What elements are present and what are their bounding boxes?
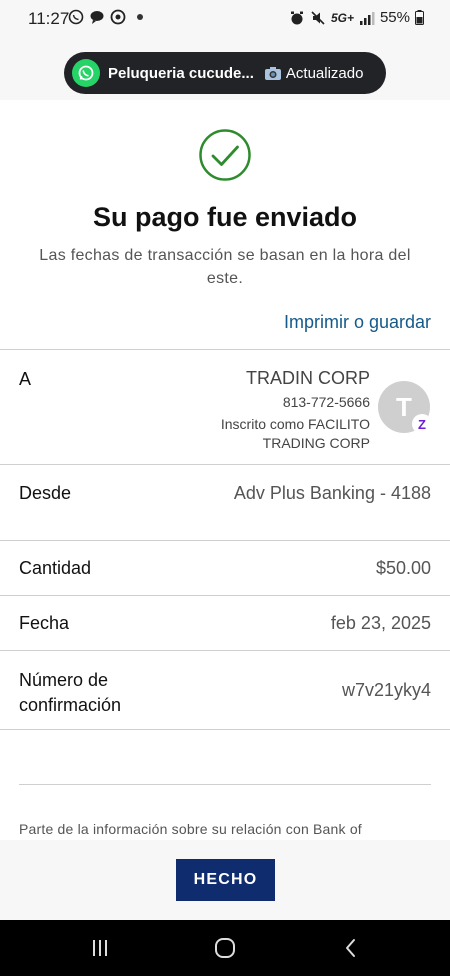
recipient-name: TRADIN CORP [245,368,370,388]
recipient-registered-name: Inscrito como FACILITO TRADING CORP [221,415,370,453]
from-account-value: Adv Plus Banking - 4188 [233,483,431,503]
page-title: Su pago fue enviado [92,202,358,232]
recent-apps-icon[interactable] [88,936,112,960]
back-icon[interactable] [339,936,363,960]
divider [19,784,431,785]
chat-bubble-icon [90,11,104,24]
whatsapp-notification-toast[interactable]: Peluqueria cucude... Actualizado [64,52,386,94]
success-check-icon [199,129,251,181]
divider [0,650,450,651]
from-label: Desde [19,483,72,503]
home-icon[interactable] [213,936,237,960]
mute-icon [311,10,325,25]
confirmation-number-value: w7v21yky4 [341,680,431,700]
recipient-phone: 813-772-5666 [282,394,370,410]
battery-icon [415,10,424,25]
amount-value: $50.00 [375,558,431,578]
divider [0,540,450,541]
status-bar: 11:27 5G+ 55% [0,0,450,36]
confirmation-label-line2: confirmación [19,695,122,715]
divider [0,349,450,350]
status-time: 11:27 [28,9,70,28]
timezone-note: Las fechas de transacción se basan en la… [39,247,411,287]
amount-label: Cantidad [19,558,92,578]
notification-status: Actualizado [264,64,364,82]
signal-icon [359,11,375,25]
date-value: feb 23, 2025 [330,613,431,633]
whatsapp-icon [72,59,100,87]
battery-percent: 55% [379,9,410,26]
whatsapp-status-icon [68,9,84,25]
divider [0,595,450,596]
divider [0,464,450,465]
more-notifications-dot [137,14,143,20]
network-type: 5G+ [330,10,354,25]
divider [0,729,450,730]
confirmation-label-line1: Número de [19,670,109,690]
status-system-icons: 5G+ 55% [289,9,424,26]
confirmation-number-label: Número de confirmación [19,668,121,718]
disclaimer-text: Parte de la información sobre su relació… [19,821,362,837]
notification-status-text: Actualizado [285,64,364,82]
recipient-registered-line1: Inscrito como FACILITO [220,416,370,432]
app-notification-icon [110,9,126,25]
notification-title: Peluqueria cucude... [108,64,254,82]
done-button[interactable]: HECHO [176,859,275,901]
recipient-registered-line2: TRADING CORP [262,435,370,451]
navigation-bar [0,920,450,976]
camera-icon [264,66,281,80]
alarm-icon [290,11,303,24]
recipient-info: TRADIN CORP 813-772-5666 Inscrito como F… [221,368,370,453]
to-label: A [19,369,32,389]
zelle-icon: Z [412,414,432,434]
date-label: Fecha [19,613,70,633]
status-notification-icons [68,9,143,25]
print-or-save-link[interactable]: Imprimir o guardar [284,312,431,333]
